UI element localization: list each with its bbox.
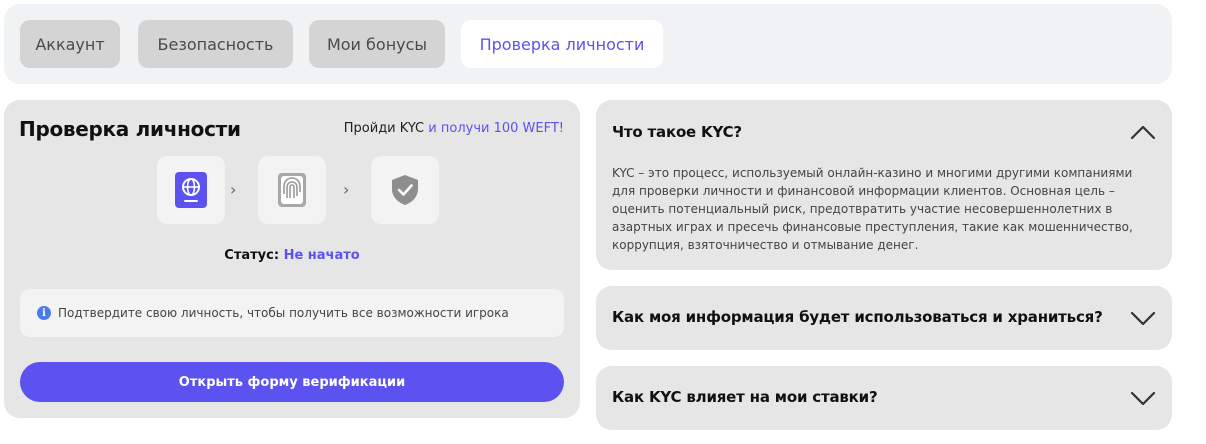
kyc-title: Проверка личности — [19, 117, 241, 141]
chevron-down-icon[interactable] — [1130, 310, 1156, 326]
kyc-promo-prefix: Пройди KYC — [343, 121, 425, 136]
chevron-down-icon[interactable] — [1130, 390, 1156, 406]
kyc-card: Проверка личности Пройди KYC и получи 10… — [4, 100, 580, 418]
faq-question[interactable]: Что такое KYC? — [612, 123, 742, 141]
faq-question[interactable]: Как моя информация будет использоваться … — [612, 308, 1103, 326]
tab-my-bonuses[interactable]: Мои бонусы — [309, 20, 445, 68]
info-icon: i — [37, 306, 51, 320]
notice-text: Подтвердите свою личность, чтобы получит… — [58, 306, 509, 320]
chevron-up-icon[interactable] — [1130, 124, 1156, 140]
faq-question[interactable]: Как KYC влияет на мои ставки? — [612, 388, 878, 406]
kyc-promo-reward: и получи 100 WEFT! — [428, 121, 564, 136]
status-label: Статус: — [224, 248, 280, 263]
step-arrow-icon: › — [230, 180, 237, 199]
kyc-status: Статус: Не начато — [4, 248, 580, 263]
profile-tabs-bar: Аккаунт Безопасность Мои бонусы Проверка… — [4, 4, 1172, 84]
step-arrow-icon: › — [343, 180, 350, 199]
tab-security[interactable]: Безопасность — [138, 20, 293, 68]
status-value: Не начато — [283, 248, 360, 263]
kyc-step-biometrics — [258, 156, 326, 224]
kyc-step-approved — [371, 156, 439, 224]
tab-identity-verification[interactable]: Проверка личности — [461, 20, 663, 68]
tab-account[interactable]: Аккаунт — [20, 20, 120, 68]
fingerprint-icon — [278, 173, 306, 207]
faq-item[interactable]: Что такое KYC? KYC – это процесс, исполь… — [596, 100, 1172, 270]
passport-icon — [175, 172, 207, 208]
kyc-promo: Пройди KYC и получи 100 WEFT! — [344, 121, 564, 136]
faq-item[interactable]: Как KYC влияет на мои ставки? — [596, 366, 1172, 430]
kyc-notice: i Подтвердите свою личность, чтобы получ… — [20, 289, 564, 337]
shield-check-icon — [392, 175, 418, 205]
kyc-step-document — [157, 156, 225, 224]
faq-item[interactable]: Как моя информация будет использоваться … — [596, 286, 1172, 350]
faq-answer: KYC – это процесс, используемый онлайн-к… — [612, 166, 1133, 252]
open-verification-form-button[interactable]: Открыть форму верификации — [20, 362, 564, 402]
